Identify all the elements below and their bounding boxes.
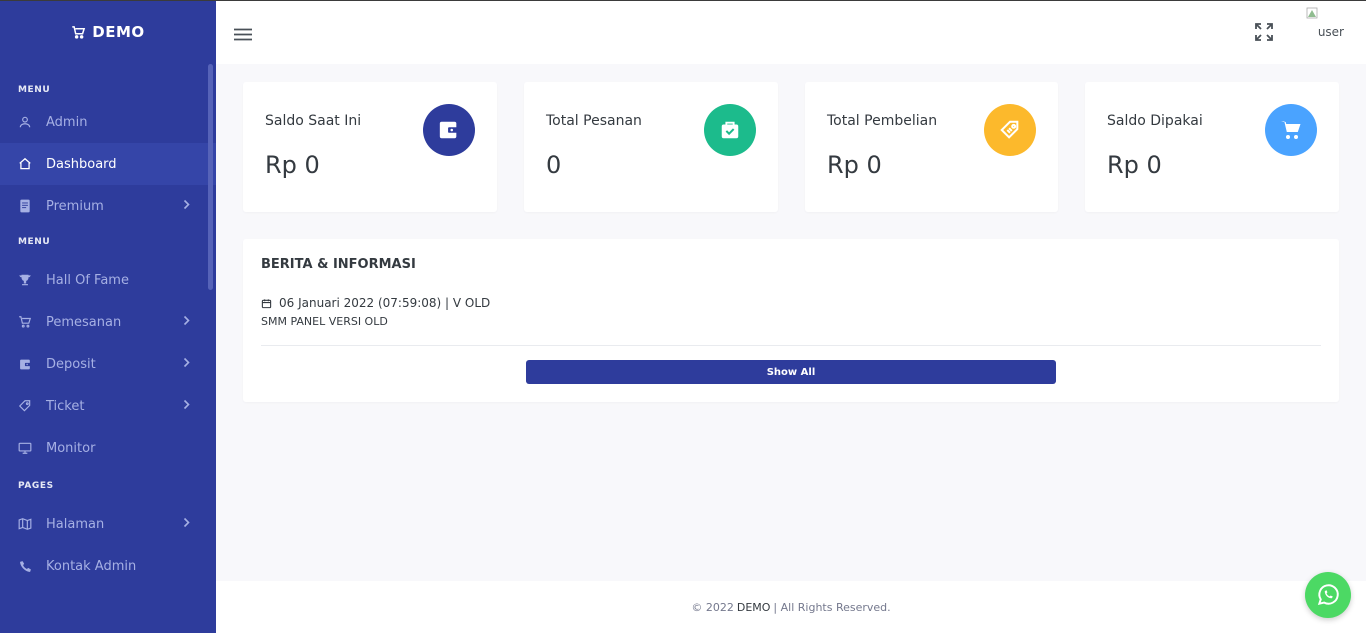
divider <box>261 345 1321 346</box>
menu-toggle-icon[interactable] <box>234 26 252 45</box>
stat-card-total-pesanan: Total Pesanan 0 <box>524 82 778 212</box>
sidebar-item-label: Dashboard <box>46 156 117 172</box>
sidebar-item-hall-of-fame[interactable]: Hall Of Fame <box>0 259 216 301</box>
fullscreen-icon[interactable] <box>1255 23 1273 45</box>
sidebar-item-label: Hall Of Fame <box>46 272 129 288</box>
stat-card-saldo-dipakai: Saldo Dipakai Rp 0 <box>1085 82 1339 212</box>
calendar-icon <box>261 298 272 308</box>
sidebar-item-halaman[interactable]: Halaman <box>0 503 216 545</box>
wallet-icon <box>18 357 32 371</box>
sidebar-item-premium[interactable]: Premium <box>0 185 216 227</box>
stat-card-total-pembelian: Total Pembelian Rp 0 <box>805 82 1058 212</box>
whatsapp-icon <box>1317 584 1339 605</box>
user-label[interactable]: user <box>1318 25 1344 39</box>
sidebar-item-label: Kontak Admin <box>46 558 137 574</box>
sidebar-item-dashboard[interactable]: Dashboard <box>0 143 216 185</box>
chevron-right-icon <box>183 315 190 330</box>
menu-title-3: PAGES <box>18 481 54 491</box>
sidebar-item-label: Monitor <box>46 440 96 456</box>
stat-value: Rp 0 <box>1107 151 1162 179</box>
footer: © 2022 DEMO | All Rights Reserved. <box>216 581 1366 633</box>
tag-icon <box>18 399 32 413</box>
wallet-icon <box>423 104 475 156</box>
sidebar-item-label: Halaman <box>46 516 105 532</box>
sidebar: DEMO MENU Admin Dashboard Premium MENU H… <box>0 0 216 633</box>
sidebar-item-admin[interactable]: Admin <box>0 101 216 143</box>
sidebar-scrollbar[interactable] <box>208 64 213 290</box>
footer-copyright: © 2022 <box>691 600 734 614</box>
trophy-icon <box>18 273 32 287</box>
stat-label: Total Pesanan <box>546 113 642 129</box>
news-card: BERITA & INFORMASI 06 Januari 2022 (07:5… <box>243 239 1339 402</box>
sidebar-item-label: Premium <box>46 198 104 214</box>
phone-icon <box>18 559 32 573</box>
cart-icon <box>18 315 32 329</box>
stat-card-saldo-saat-ini: Saldo Saat Ini Rp 0 <box>243 82 497 212</box>
chevron-right-icon <box>183 517 190 532</box>
cart-icon <box>1265 104 1317 156</box>
news-date-text: 06 Januari 2022 (07:59:08) | V OLD <box>279 296 491 310</box>
topbar: user <box>216 1 1366 64</box>
news-body: SMM PANEL VERSI OLD <box>261 315 388 328</box>
stat-label: Saldo Saat Ini <box>265 113 362 129</box>
whatsapp-button[interactable] <box>1305 572 1351 618</box>
menu-title-2: MENU <box>18 237 51 247</box>
stat-label: Saldo Dipakai <box>1107 113 1203 129</box>
show-all-button[interactable]: Show All <box>526 360 1056 384</box>
brand-name: DEMO <box>92 23 145 41</box>
user-icon <box>18 115 32 129</box>
sidebar-item-label: Pemesanan <box>46 314 122 330</box>
news-title: BERITA & INFORMASI <box>261 257 416 272</box>
cart-icon <box>72 25 86 39</box>
sidebar-item-monitor[interactable]: Monitor <box>0 427 216 469</box>
tag-icon <box>984 104 1036 156</box>
sidebar-item-kontak-admin[interactable]: Kontak Admin <box>0 545 216 587</box>
map-icon <box>18 517 32 531</box>
avatar[interactable] <box>1306 4 1318 19</box>
home-icon <box>18 157 32 171</box>
briefcase-check-icon <box>704 104 756 156</box>
sidebar-item-ticket[interactable]: Ticket <box>0 385 216 427</box>
news-date: 06 Januari 2022 (07:59:08) | V OLD <box>261 296 490 310</box>
sidebar-item-pemesanan[interactable]: Pemesanan <box>0 301 216 343</box>
stat-value: 0 <box>546 151 562 179</box>
stat-label: Total Pembelian <box>827 113 938 129</box>
stat-value: Rp 0 <box>265 151 320 179</box>
sidebar-item-deposit[interactable]: Deposit <box>0 343 216 385</box>
menu-title-1: MENU <box>18 85 51 95</box>
sidebar-item-label: Deposit <box>46 356 96 372</box>
stat-value: Rp 0 <box>827 151 882 179</box>
chevron-right-icon <box>183 399 190 414</box>
brand-logo[interactable]: DEMO <box>0 0 216 64</box>
chevron-right-icon <box>183 199 190 214</box>
footer-brand: DEMO <box>736 600 771 614</box>
sidebar-item-label: Admin <box>46 114 88 130</box>
sidebar-item-label: Ticket <box>46 398 85 414</box>
monitor-icon <box>18 441 32 455</box>
chevron-right-icon <box>183 357 190 372</box>
footer-rights: | All Rights Reserved. <box>773 600 891 614</box>
document-icon <box>18 199 32 213</box>
